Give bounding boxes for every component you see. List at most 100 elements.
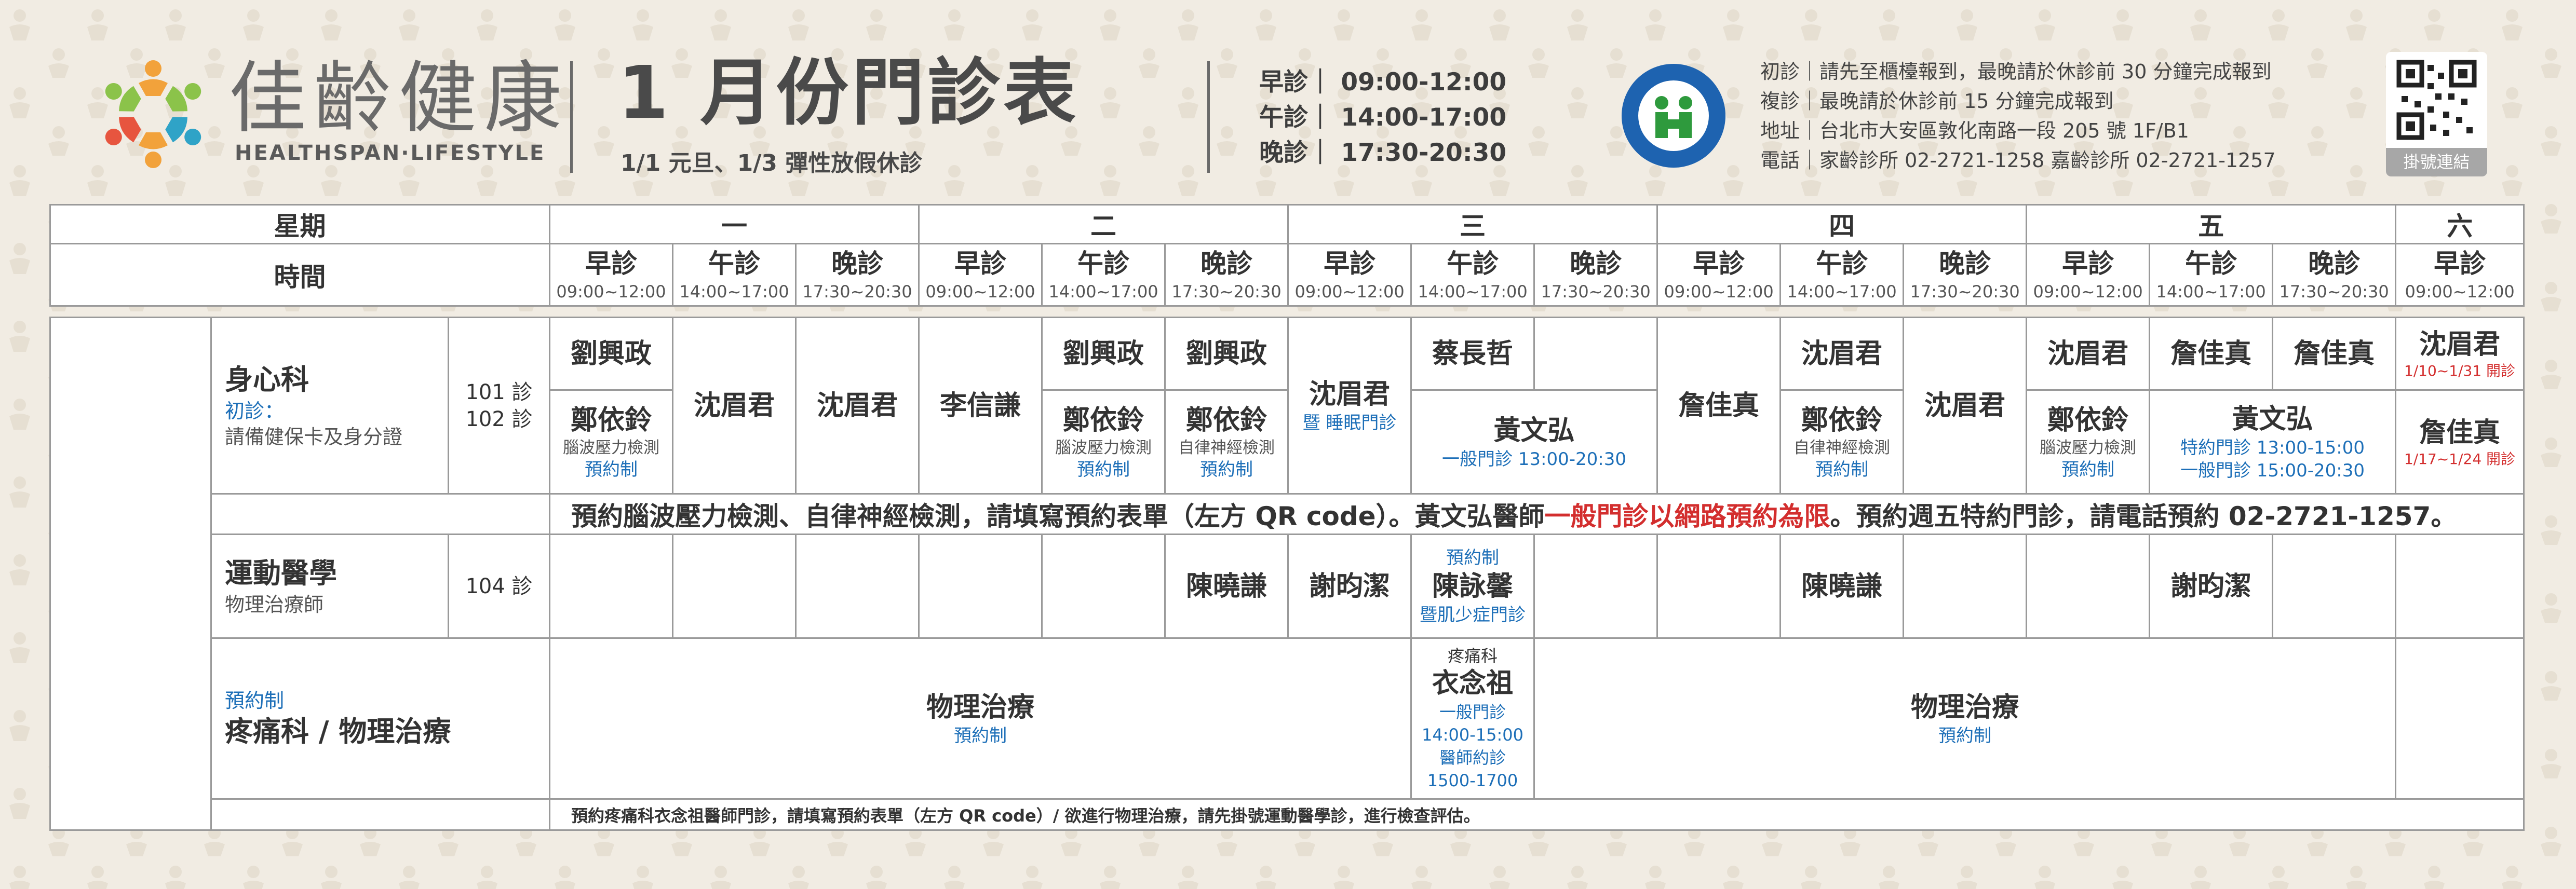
schedule-body: 身心科 初診： 請備健保卡及身分證 101 診 102 診 劉興政 沈眉君 沈眉… [49, 317, 2525, 831]
doctor-name: 謝昀潔 [2170, 570, 2251, 602]
visit-info: 初診｜請先至櫃檯報到，最晚請於休診前 30 分鐘完成報到 複診｜最晚請於休診前 … [1760, 57, 2276, 175]
clinic-note: 14:00-15:00 [1422, 724, 1523, 745]
slot-header: 早診 09:00~12:00 [2026, 243, 2151, 307]
schedule-cell: 預約制 陳詠馨 暨肌少症門診 [1410, 534, 1535, 639]
schedule-cell: 劉興政 [1041, 317, 1166, 391]
slot-name: 午診 [1816, 248, 1868, 279]
schedule-cell [2272, 534, 2396, 639]
schedule-cell: 鄭依鈴 腦波壓力檢測 預約制 [2026, 389, 2150, 495]
schedule-cell [1533, 317, 1658, 391]
schedule-cell [795, 534, 920, 639]
slot-header: 早診 09:00~12:00 [2395, 243, 2525, 307]
schedule-cell: 沈眉君 1/10~1/31 開診 [2395, 317, 2525, 391]
nhi-logo [1622, 64, 1725, 168]
doctor-name: 詹佳真 [2293, 338, 2375, 370]
doctor-name: 鄭依鈴 [1185, 404, 1267, 436]
first-visit-note: 請備健保卡及身分證 [225, 425, 403, 448]
reserve-note: 預約制 [1815, 459, 1868, 480]
remark-text: 。預約週五特約門診，請電話預約 02-2721-1257。 [1830, 501, 2457, 531]
qr-icon [2396, 60, 2477, 140]
doctor-name: 詹佳真 [2170, 338, 2251, 370]
slot-name: 早診 [1324, 248, 1376, 279]
schedule-cell: 詹佳真 [2149, 317, 2273, 391]
doctor-name: 沈眉君 [1309, 378, 1390, 410]
day-sat: 六 [2395, 204, 2525, 244]
exam-note: 腦波壓力檢測 [1055, 438, 1152, 457]
schedule-cell: 詹佳真 [1656, 317, 1781, 495]
schedule-cell: 沈眉君 [1779, 317, 1904, 391]
exam-note: 自律神經檢測 [1793, 438, 1890, 457]
dept-sports-medicine: 運動醫學 物理治療師 [210, 534, 449, 639]
doctor-name: 鄭依鈴 [1062, 404, 1144, 436]
room-cell: 104 診 [448, 534, 550, 639]
dept-psychiatry: 身心科 初診： 請備健保卡及身分證 [210, 317, 449, 495]
slot-time: 14:00~17:00 [2156, 281, 2266, 302]
slot-name: 早診 [2434, 248, 2486, 279]
day-wed: 三 [1287, 204, 1658, 244]
slot-header: 午診 14:00~17:00 [2149, 243, 2274, 307]
hours-morning: 早診｜ 09:00-12:00 [1259, 68, 1507, 97]
schedule-cell: 鄭依鈴 自律神經檢測 預約制 [1164, 389, 1289, 495]
doctor-name: 沈眉君 [1924, 390, 2005, 421]
slot-time: 14:00~17:00 [1048, 281, 1158, 302]
schedule-cell: 物理治療 預約制 [1533, 637, 2396, 800]
schedule-cell: 沈眉君 [795, 317, 920, 495]
clinic-hours: 早診｜ 09:00-12:00 午診｜ 14:00-17:00 晚診｜ 17:3… [1259, 65, 1506, 171]
schedule-cell: 沈眉君 [672, 317, 797, 495]
clinic-note: 一般門診 [1439, 702, 1506, 722]
slot-name: 晚診 [1201, 248, 1253, 279]
slot-header: 晚診 17:30~20:30 [1533, 243, 1658, 307]
hours-evening: 晚診｜ 17:30-20:30 [1259, 139, 1507, 167]
exam-note: 腦波壓力檢測 [2040, 438, 2136, 457]
divider [1207, 61, 1210, 173]
schedule-cell: 疼痛科 衣念祖 一般門診 14:00-15:00 醫師約診 1500-1700 [1410, 637, 1535, 800]
schedule-cell [2395, 637, 2525, 800]
day-mon: 一 [548, 204, 920, 244]
doctor-name: 詹佳真 [1678, 390, 1759, 421]
slot-header: 午診 14:00~17:00 [1041, 243, 1166, 307]
slot-header: 晚診 17:30~20:30 [2272, 243, 2397, 307]
dept-label: 疼痛科 [1447, 646, 1498, 666]
first-visit-label: 初診： [225, 399, 285, 422]
schedule-cell: 劉興政 [549, 317, 673, 391]
room-number: 104 診 [465, 574, 533, 598]
date-note: 1/17~1/24 開診 [2404, 450, 2516, 468]
room-cell: 101 診 102 診 [448, 317, 550, 495]
slot-time: 09:00~12:00 [1664, 281, 1774, 302]
doctor-name: 鄭依鈴 [1801, 404, 1882, 436]
clinic-note: 1500-1700 [1427, 770, 1518, 790]
reserve-note: 預約制 [225, 689, 285, 712]
reserve-note: 預約制 [585, 459, 638, 480]
clinic-note: 特約門診 13:00-15:00 [2180, 437, 2365, 458]
schedule-cell [549, 534, 673, 639]
schedule-cell [1656, 534, 1781, 639]
slot-header: 晚診 17:30~20:30 [1903, 243, 2028, 307]
slot-name: 午診 [1447, 248, 1499, 279]
schedule-cell [2026, 534, 2150, 639]
reserve-note: 預約制 [1077, 459, 1130, 480]
schedule-cell: 黃文弘 特約門診 13:00-15:00 一般門診 15:00-20:30 [2149, 389, 2396, 495]
info-first-visit: 初診｜請先至櫃檯報到，最晚請於休診前 30 分鐘完成報到 [1760, 60, 2272, 83]
brand-name: 佳齡健康 [228, 53, 570, 144]
reserve-note: 預約制 [1446, 547, 1499, 568]
info-return-visit: 複診｜最晚請於休診前 15 分鐘完成報到 [1760, 90, 2114, 113]
schedule-cell: 詹佳真 1/17~1/24 開診 [2395, 389, 2525, 495]
slot-time: 09:00~12:00 [556, 281, 666, 302]
schedule-cell: 劉興政 [1164, 317, 1289, 391]
schedule-cell: 鄭依鈴 腦波壓力檢測 預約制 [1041, 389, 1166, 495]
schedule-cell [1533, 534, 1658, 639]
schedule-cell: 沈眉君 暨 睡眠門診 [1287, 317, 1412, 495]
slot-name: 晚診 [2308, 248, 2361, 279]
slot-name: 午診 [1077, 248, 1130, 279]
doctor-name: 劉興政 [1185, 338, 1267, 370]
slot-name: 晚診 [831, 248, 884, 279]
exam-note: 自律神經檢測 [1178, 438, 1275, 457]
doctor-name: 沈眉君 [816, 390, 898, 421]
schedule-cell: 陳曉謙 [1779, 534, 1904, 639]
day-tue: 二 [918, 204, 1289, 244]
schedule-cell: 黃文弘 一般門診 13:00-20:30 [1410, 389, 1658, 495]
slot-time: 09:00~12:00 [925, 281, 1035, 302]
doctor-name: 鄭依鈴 [570, 404, 652, 436]
doctor-name: 謝昀潔 [1309, 570, 1390, 602]
brand-tagline: HEALTHSPAN·LIFESTYLE [235, 141, 546, 165]
